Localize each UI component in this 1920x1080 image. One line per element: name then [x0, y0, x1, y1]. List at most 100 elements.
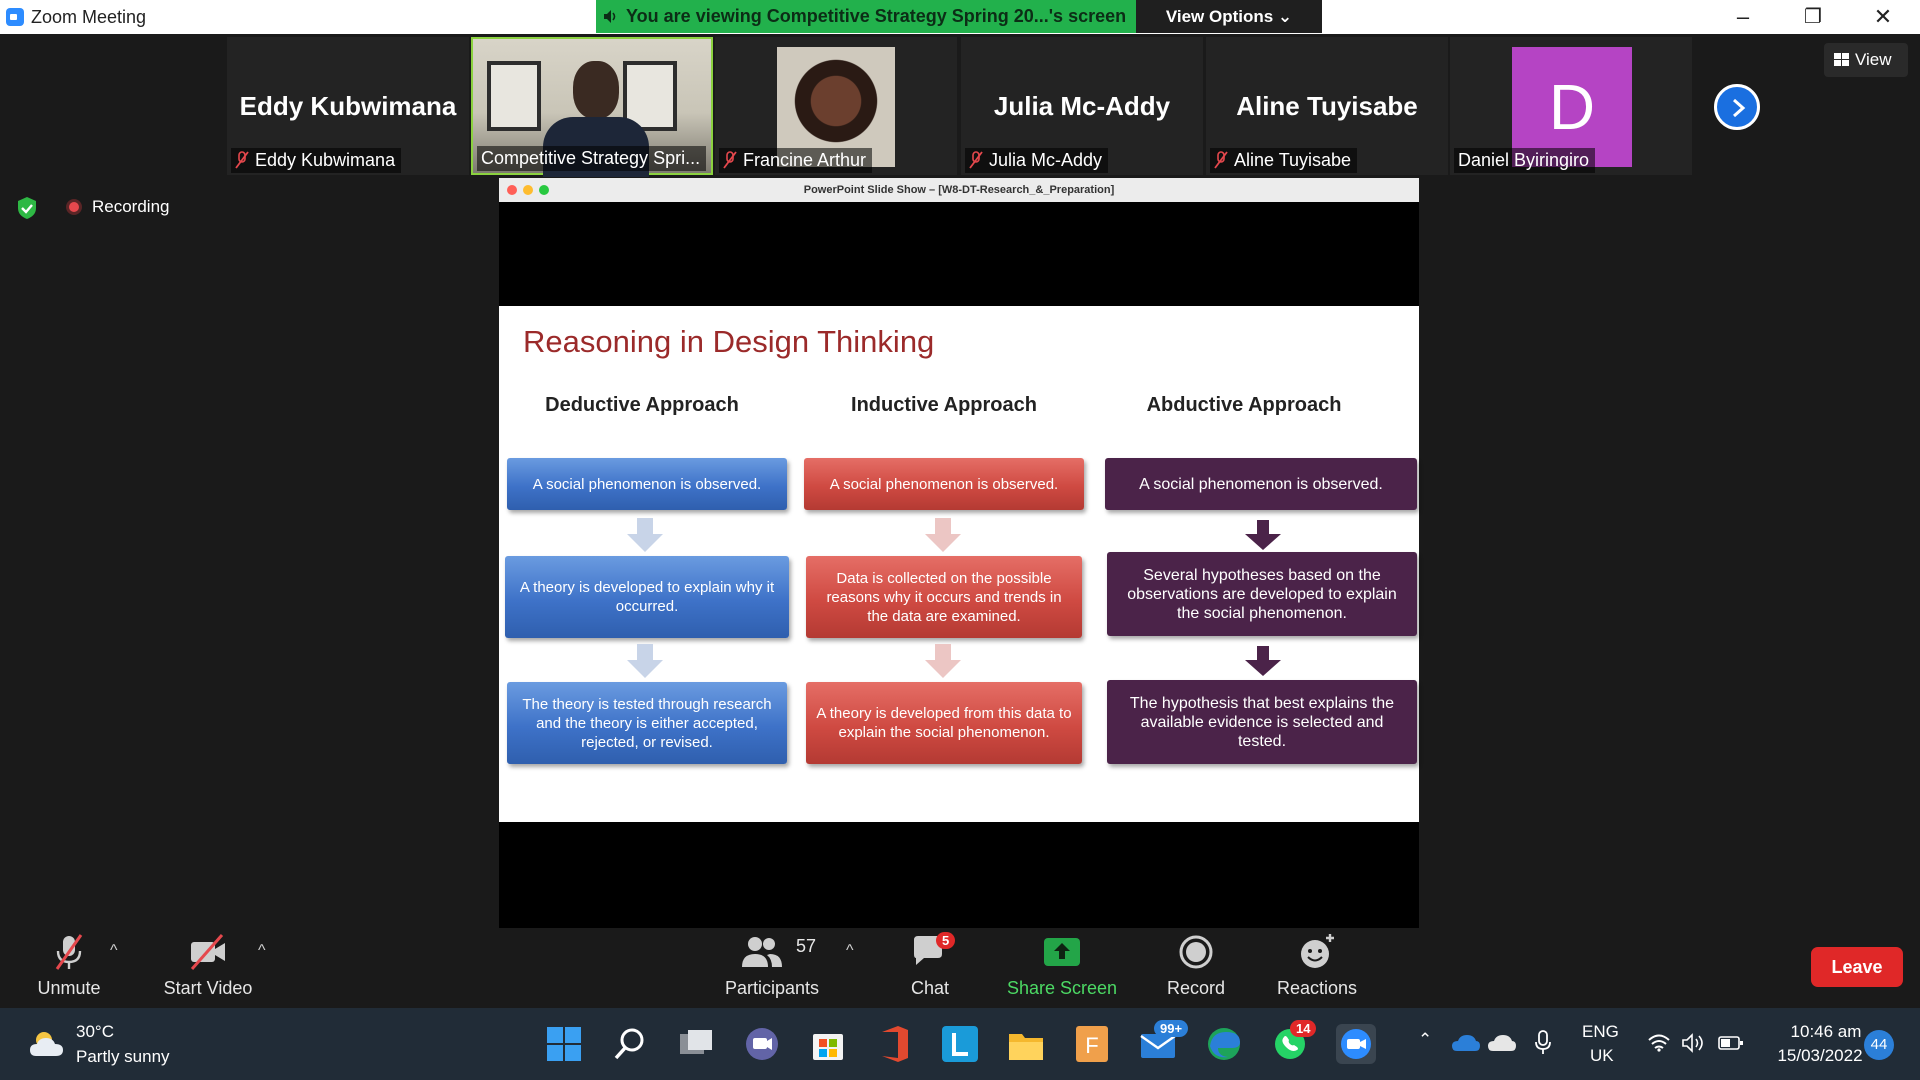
language-region[interactable]: UK	[1590, 1046, 1614, 1066]
powerpoint-window-title: PowerPoint Slide Show – [W8-DT-Research_…	[803, 184, 1115, 196]
record-icon	[1179, 935, 1213, 969]
video-options-caret[interactable]: ^	[258, 942, 266, 960]
clock-date[interactable]: 15/03/2022	[1764, 1046, 1876, 1066]
participant-name-label: Competitive Strategy Spri...	[477, 146, 707, 171]
windows-start-icon[interactable]	[544, 1024, 584, 1064]
clock-time[interactable]: 10:46 am	[1776, 1022, 1876, 1042]
volume-icon[interactable]	[1682, 1032, 1706, 1054]
show-hidden-icons-caret[interactable]: ⌃	[1418, 1030, 1432, 1050]
deductive-step-1: A social phenomenon is observed.	[507, 458, 787, 510]
audio-options-caret[interactable]: ^	[110, 942, 118, 960]
participant-name-label: Aline Tuyisabe	[1210, 148, 1358, 173]
mic-off-icon	[55, 934, 83, 970]
teams-chat-icon[interactable]	[742, 1024, 782, 1064]
zoom-logo-icon	[6, 8, 24, 26]
reactions-button[interactable]: Reactions	[1270, 932, 1364, 999]
participant-big-name: Eddy Kubwimana	[239, 91, 457, 121]
view-button[interactable]: View	[1824, 43, 1908, 77]
share-banner: You are viewing Competitive Strategy Spr…	[596, 0, 1136, 33]
microphone-icon[interactable]	[1534, 1030, 1552, 1056]
wifi-icon[interactable]	[1648, 1034, 1670, 1052]
language-code[interactable]: ENG	[1582, 1022, 1619, 1042]
weather-icon[interactable]	[30, 1028, 66, 1058]
chat-button[interactable]: Chat 5	[900, 932, 960, 999]
foxit-reader-icon[interactable]: F	[1072, 1024, 1112, 1064]
weather-temperature[interactable]: 30°C	[76, 1022, 114, 1042]
window-title: Zoom Meeting	[31, 7, 147, 27]
office-icon[interactable]	[874, 1024, 914, 1064]
share-screen-button[interactable]: Share Screen	[1002, 932, 1122, 999]
participant-tile-julia[interactable]: Julia Mc-Addy Julia Mc-Addy	[961, 37, 1203, 175]
edge-browser-icon[interactable]	[1204, 1024, 1244, 1064]
next-page-button[interactable]	[1714, 84, 1760, 130]
speaker-icon	[604, 10, 616, 23]
lark-app-icon[interactable]	[940, 1024, 980, 1064]
participants-icon	[742, 937, 782, 967]
participant-tile-presenter[interactable]: Competitive Strategy Spri...	[471, 37, 713, 177]
column-heading-abductive: Abductive Approach	[1146, 394, 1342, 416]
participant-name-label: Francine Arthur	[719, 148, 873, 173]
participants-options-caret[interactable]: ^	[846, 942, 854, 960]
mic-muted-icon	[235, 151, 249, 169]
participants-button[interactable]: 57 Participants	[722, 932, 822, 999]
participant-big-name: Julia Mc-Addy	[993, 91, 1171, 121]
microsoft-store-icon[interactable]	[808, 1024, 848, 1064]
security-shield-icon[interactable]	[16, 196, 38, 220]
participant-big-name: Aline Tuyisabe	[1236, 91, 1418, 121]
file-explorer-icon[interactable]	[1006, 1024, 1046, 1064]
participant-tile-francine[interactable]: Francine Arthur	[715, 37, 957, 175]
title-bar: Zoom Meeting You are viewing Competitive…	[0, 0, 1920, 34]
chat-badge: 5	[936, 932, 956, 949]
shared-screen: PowerPoint Slide Show – [W8-DT-Research_…	[499, 178, 1419, 928]
arrow-down-icon	[925, 644, 961, 678]
deductive-step-2: A theory is developed to explain why it …	[505, 556, 789, 638]
arrow-down-icon	[1245, 520, 1281, 550]
arrow-down-icon	[925, 518, 961, 552]
reactions-icon	[1301, 934, 1334, 968]
arrow-down-icon	[1245, 646, 1281, 676]
search-icon[interactable]	[610, 1024, 650, 1064]
participants-count: 57	[796, 936, 817, 956]
mic-muted-icon	[723, 151, 737, 169]
task-view-icon[interactable]	[676, 1024, 716, 1064]
participant-name-label: Daniel Byiringiro	[1454, 148, 1596, 173]
participant-tile-aline[interactable]: Aline Tuyisabe Aline Tuyisabe	[1206, 37, 1448, 175]
zoom-taskbar-icon[interactable]	[1336, 1024, 1376, 1064]
notification-count[interactable]: 44	[1864, 1030, 1894, 1060]
abductive-step-3: The hypothesis that best explains the av…	[1107, 680, 1417, 764]
mail-badge: 99+	[1154, 1020, 1189, 1037]
leave-button[interactable]: Leave	[1811, 947, 1903, 987]
battery-icon[interactable]	[1718, 1036, 1744, 1050]
abductive-step-1: A social phenomenon is observed.	[1105, 458, 1417, 510]
inductive-step-3: A theory is developed from this data to …	[806, 682, 1082, 764]
column-heading-deductive: Deductive Approach	[545, 394, 739, 416]
inductive-step-2: Data is collected on the possible reason…	[806, 556, 1082, 638]
participant-tile-eddy[interactable]: Eddy Kubwimana Eddy Kubwimana	[227, 37, 469, 175]
minimize-button[interactable]: –	[1708, 0, 1778, 34]
slide-title: Reasoning in Design Thinking	[523, 324, 935, 359]
inductive-step-1: A social phenomenon is observed.	[804, 458, 1084, 510]
arrow-down-icon	[627, 644, 663, 678]
unmute-button[interactable]: Unmute	[28, 932, 110, 999]
mic-muted-icon	[1214, 151, 1228, 169]
powerpoint-title-bar: PowerPoint Slide Show – [W8-DT-Research_…	[499, 178, 1419, 202]
recording-dot-icon	[66, 199, 82, 215]
record-button[interactable]: Record	[1160, 932, 1232, 999]
participant-tile-daniel[interactable]: D Daniel Byiringiro	[1450, 37, 1692, 175]
view-options-button[interactable]: View Options ⌄	[1136, 0, 1322, 33]
close-button[interactable]: ✕	[1848, 0, 1918, 34]
whatsapp-badge: 14	[1290, 1020, 1317, 1037]
recording-indicator[interactable]: Recording	[66, 197, 170, 217]
onedrive-personal-icon[interactable]	[1488, 1034, 1516, 1052]
start-video-button[interactable]: Start Video	[160, 932, 256, 999]
restore-button[interactable]: ❐	[1778, 0, 1848, 34]
mic-muted-icon	[969, 151, 983, 169]
share-screen-icon	[1044, 938, 1080, 966]
weather-description[interactable]: Partly sunny	[76, 1047, 170, 1067]
participant-name-label: Eddy Kubwimana	[231, 148, 402, 173]
video-off-icon	[190, 934, 225, 970]
abductive-step-2: Several hypotheses based on the observat…	[1107, 552, 1417, 636]
arrow-down-icon	[627, 518, 663, 552]
column-heading-inductive: Inductive Approach	[851, 394, 1037, 416]
onedrive-icon[interactable]	[1452, 1034, 1480, 1052]
